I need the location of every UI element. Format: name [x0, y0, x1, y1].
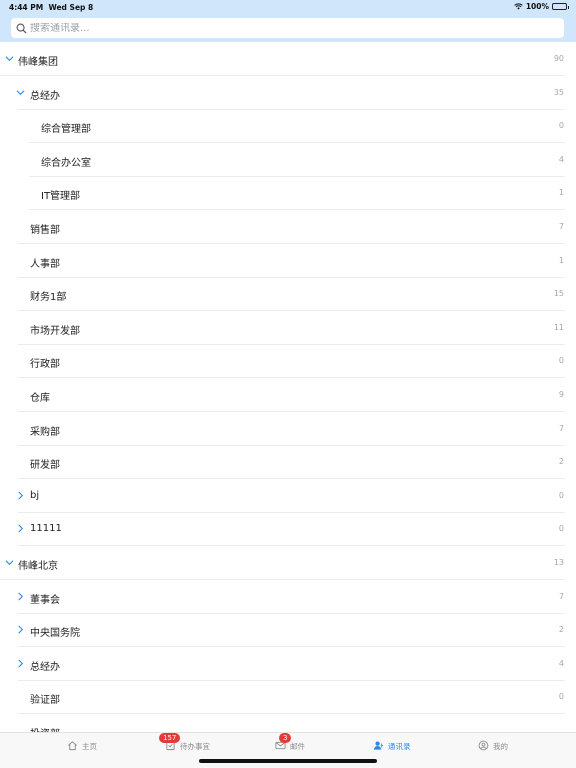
tree-row[interactable]: 财务1部 15	[0, 277, 576, 312]
tree-row[interactable]: 董事会 7	[0, 580, 576, 614]
tab-label: 待办事宜	[180, 741, 210, 751]
tree-row[interactable]: 仓库 9	[0, 378, 576, 412]
tab-label: 主页	[82, 741, 97, 751]
search-input[interactable]	[30, 22, 550, 34]
search-area	[0, 14, 576, 42]
tree-row[interactable]: 综合办公室 4	[0, 143, 576, 177]
tree-row[interactable]: bj 0	[0, 479, 576, 513]
tree-row-label: bj	[30, 489, 40, 501]
tree-row[interactable]: 伟峰北京 13	[0, 546, 576, 580]
tree-row[interactable]: 投资部	[0, 714, 576, 732]
tree-row[interactable]: 行政部 0	[0, 344, 576, 379]
tree-row-count: 0	[558, 356, 564, 366]
tree-row-count: 35	[553, 87, 564, 97]
tree-row-label: 综合管理部	[41, 124, 91, 136]
tree-row-label: 财务1部	[30, 292, 67, 304]
tree-row-count: 0	[558, 121, 564, 131]
wifi-icon	[514, 3, 523, 10]
tree-row-label: 伟峰北京	[18, 561, 58, 572]
tree-row[interactable]: 销售部 7	[0, 210, 576, 244]
tree-row-label: 11111	[30, 523, 62, 535]
tree-row-count: 0	[558, 490, 564, 500]
tree-row-count: 13	[553, 558, 564, 567]
tree-row[interactable]: 采购部 7	[0, 412, 576, 446]
chevron-right-icon[interactable]	[16, 592, 25, 601]
chevron-down-icon[interactable]	[5, 54, 14, 63]
status-right: 100%	[514, 2, 569, 11]
tree-row-count: 4	[558, 154, 564, 164]
tab-badge: 157	[159, 733, 181, 743]
home-icon	[67, 740, 78, 753]
tree-row-count: 90	[553, 54, 564, 63]
chevron-down-icon[interactable]	[5, 558, 14, 567]
search-box[interactable]	[11, 18, 564, 38]
tree-row-count: 7	[558, 591, 564, 601]
tab-home[interactable]: 主页	[67, 733, 97, 759]
tree-row[interactable]: 人事部 1	[0, 244, 576, 278]
tree-row-count: 4	[558, 658, 564, 668]
search-icon	[16, 23, 27, 34]
battery-percent: 100%	[525, 2, 549, 11]
tree-row[interactable]: 研发部 2	[0, 445, 576, 480]
tree-row-label: 研发部	[30, 460, 60, 472]
status-time: 4:44 PM Wed Sep 8	[9, 3, 93, 12]
tree-row[interactable]: 市场开发部 11	[0, 311, 576, 345]
status-date-text: Wed Sep 8	[48, 3, 94, 12]
chevron-right-icon[interactable]	[16, 524, 25, 533]
chevron-right-icon[interactable]	[16, 625, 25, 634]
tree-row-label: 采购部	[30, 426, 60, 438]
tree-row-label: 总经办	[30, 90, 60, 102]
tree-row[interactable]: 验证部 0	[0, 680, 576, 715]
tree-row-label: 总经办	[30, 661, 60, 673]
tree-row-count: 1	[558, 188, 564, 198]
tree-row[interactable]: 综合管理部 0	[0, 109, 576, 144]
tab-label: 邮件	[290, 741, 305, 751]
tree-row-count: 1	[558, 255, 564, 265]
tree-row-count: 15	[553, 289, 564, 299]
tree-row-label: IT管理部	[41, 191, 81, 203]
tree-row[interactable]: IT管理部 1	[0, 176, 576, 211]
tree-row-label: 投资部	[30, 725, 60, 732]
tree-row[interactable]: 总经办 35	[0, 76, 576, 110]
tree-row-count: 7	[558, 423, 564, 433]
tree-row[interactable]: 总经办 4	[0, 647, 576, 681]
tab-label: 通讯录	[388, 741, 411, 751]
tree-row-count: 7	[558, 222, 564, 231]
tree-row-label: 验证部	[30, 695, 60, 707]
tree-row-label: 综合办公室	[41, 157, 91, 169]
contact-tree[interactable]: 伟峰集团 90 总经办 35 综合管理部 0 综合办公室 4 IT管理部 1 销售部 7 人事部 1 财务1…	[0, 42, 576, 732]
profile-icon	[478, 740, 489, 753]
tree-row-label: 市场开发部	[30, 325, 80, 337]
status-bar: 4:44 PM Wed Sep 8 100%	[0, 0, 576, 14]
tree-row[interactable]: 中央国务院 2	[0, 613, 576, 648]
contacts-icon	[373, 740, 384, 753]
tree-row-count: 9	[558, 390, 564, 399]
tree-row-label: 仓库	[30, 393, 50, 404]
home-indicator	[199, 759, 377, 763]
tree-row-label: 董事会	[30, 594, 60, 606]
tree-row-label: 人事部	[30, 258, 60, 270]
tree-row-count: 2	[558, 625, 564, 635]
tree-row-count: 2	[558, 457, 564, 467]
tree-row[interactable]: 11111 0	[0, 512, 576, 547]
tree-row-count: 11	[553, 322, 564, 332]
chevron-down-icon[interactable]	[16, 88, 25, 97]
tree-row-label: 行政部	[30, 359, 60, 371]
tree-row-count: 0	[558, 524, 564, 534]
status-time-text: 4:44 PM	[9, 3, 44, 12]
tab-label: 我的	[493, 741, 508, 751]
tree-row-label: 中央国务院	[30, 628, 80, 640]
chevron-right-icon[interactable]	[16, 659, 25, 668]
chevron-right-icon[interactable]	[16, 491, 25, 500]
tree-row[interactable]: 伟峰集团 90	[0, 42, 576, 76]
tab-contacts[interactable]: 通讯录	[373, 733, 411, 759]
tree-row-label: 伟峰集团	[18, 57, 58, 68]
tab-profile[interactable]: 我的	[478, 733, 508, 759]
battery-icon	[552, 3, 569, 10]
tree-row-label: 销售部	[30, 225, 60, 236]
tree-row-count: 0	[558, 692, 564, 702]
